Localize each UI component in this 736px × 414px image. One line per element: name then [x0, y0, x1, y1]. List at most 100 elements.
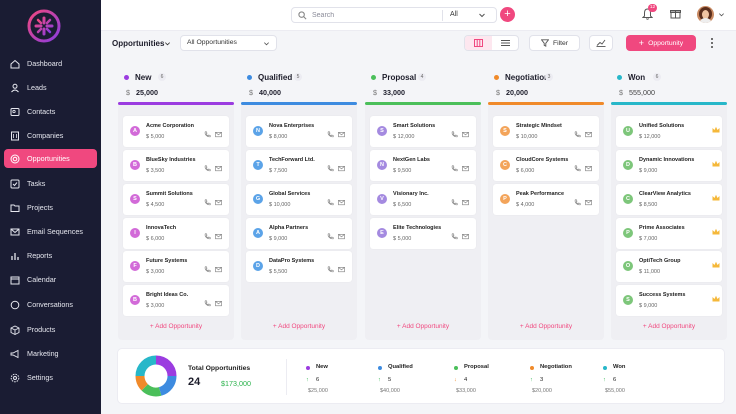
- deal-value: $ 3,000: [146, 303, 165, 309]
- add-opportunity-link[interactable]: + Add Opportunity: [488, 323, 604, 330]
- kanban-view-button[interactable]: [465, 36, 492, 50]
- sidebar-item-marketing[interactable]: Marketing: [4, 344, 97, 363]
- chevron-down-icon[interactable]: [164, 40, 171, 47]
- opportunity-card[interactable]: D DataPro Systems $ 5,500: [246, 251, 352, 282]
- opportunity-card[interactable]: A Acme Corporation $ 5,000: [123, 116, 229, 147]
- mail-icon[interactable]: [585, 165, 592, 172]
- mail-icon[interactable]: [462, 131, 469, 138]
- company-avatar: D: [623, 160, 633, 170]
- trend-arrow-icon: ↑: [603, 377, 606, 383]
- mail-icon[interactable]: [338, 266, 345, 273]
- sidebar-item-email-sequences[interactable]: Email Sequences: [4, 222, 97, 241]
- add-opportunity-link[interactable]: + Add Opportunity: [241, 323, 357, 330]
- phone-icon[interactable]: [204, 199, 211, 206]
- phone-icon[interactable]: [327, 199, 334, 206]
- chevron-down-icon[interactable]: [478, 11, 486, 19]
- opportunity-card[interactable]: D Dynamic Innovations $ 9,000: [616, 150, 722, 181]
- opportunity-card[interactable]: E Elite Technologies $ 5,000: [370, 218, 476, 249]
- company-name: DataPro Systems: [269, 258, 315, 264]
- phone-icon[interactable]: [451, 131, 458, 138]
- opportunity-card[interactable]: S Smart Solutions $ 12,000: [370, 116, 476, 147]
- chart-view-button[interactable]: [589, 35, 613, 51]
- phone-icon[interactable]: [451, 233, 458, 240]
- user-avatar[interactable]: [697, 6, 714, 23]
- mail-icon[interactable]: [338, 165, 345, 172]
- phone-icon[interactable]: [204, 165, 211, 172]
- phone-icon[interactable]: [204, 266, 211, 273]
- mail-icon[interactable]: [338, 131, 345, 138]
- phone-icon[interactable]: [327, 165, 334, 172]
- phone-icon[interactable]: [574, 165, 581, 172]
- gift-icon[interactable]: [670, 8, 681, 19]
- sidebar-item-leads[interactable]: Leads: [4, 78, 97, 97]
- sidebar-item-conversations[interactable]: Conversations: [4, 295, 97, 314]
- opportunity-card[interactable]: S Success Systems $ 9,000: [616, 285, 722, 316]
- opportunity-card[interactable]: B Bright Ideas Co. $ 3,000: [123, 285, 229, 316]
- add-opportunity-link[interactable]: + Add Opportunity: [118, 323, 234, 330]
- sidebar-item-contacts[interactable]: Contacts: [4, 102, 97, 121]
- opportunity-card[interactable]: P Peak Performance $ 4,000: [493, 184, 599, 215]
- opportunity-card[interactable]: S Summit Solutions $ 4,500: [123, 184, 229, 215]
- phone-icon[interactable]: [204, 300, 211, 307]
- list-view-button[interactable]: [492, 36, 519, 50]
- opportunity-card[interactable]: F Future Systems $ 3,000: [123, 251, 229, 282]
- sidebar-item-reports[interactable]: Reports: [4, 246, 97, 265]
- opportunity-card[interactable]: V Visionary Inc. $ 6,500: [370, 184, 476, 215]
- phone-icon[interactable]: [327, 131, 334, 138]
- mail-icon[interactable]: [338, 199, 345, 206]
- mail-icon[interactable]: [585, 131, 592, 138]
- phone-icon[interactable]: [327, 266, 334, 273]
- page-title[interactable]: Opportunities: [112, 39, 164, 48]
- phone-icon[interactable]: [451, 199, 458, 206]
- opportunity-card[interactable]: N Nova Enterprises $ 8,000: [246, 116, 352, 147]
- opportunity-card[interactable]: P Prime Associates $ 7,000: [616, 218, 722, 249]
- sidebar-item-settings[interactable]: Settings: [4, 368, 97, 387]
- mail-icon[interactable]: [215, 199, 222, 206]
- opportunity-card[interactable]: T TechForward Ltd. $ 7,500: [246, 150, 352, 181]
- mail-icon[interactable]: [215, 300, 222, 307]
- opportunity-card[interactable]: B BlueSky Industries $ 3,500: [123, 150, 229, 181]
- add-opportunity-button[interactable]: + Opportunity: [626, 35, 696, 51]
- opportunity-card[interactable]: I InnovaTech $ 6,000: [123, 218, 229, 249]
- quick-add-button[interactable]: +: [500, 7, 515, 22]
- phone-icon[interactable]: [327, 233, 334, 240]
- opportunity-card[interactable]: A Alpha Partners $ 9,000: [246, 218, 352, 249]
- mail-icon[interactable]: [215, 233, 222, 240]
- opportunity-filter-select[interactable]: All Opportunities: [180, 35, 277, 51]
- phone-icon[interactable]: [451, 165, 458, 172]
- sidebar-item-products[interactable]: Products: [4, 320, 97, 339]
- mail-icon[interactable]: [462, 233, 469, 240]
- mail-icon[interactable]: [215, 266, 222, 273]
- mail-icon[interactable]: [462, 199, 469, 206]
- mail-icon[interactable]: [462, 165, 469, 172]
- sidebar-item-opportunities[interactable]: Opportunities: [4, 149, 97, 168]
- add-opportunity-link[interactable]: + Add Opportunity: [365, 323, 481, 330]
- sidebar-item-tasks[interactable]: Tasks: [4, 174, 97, 193]
- opportunity-card[interactable]: N NextGen Labs $ 9,500: [370, 150, 476, 181]
- filter-button[interactable]: Filter: [529, 35, 580, 51]
- opportunity-card[interactable]: U Unified Solutions $ 12,000: [616, 116, 722, 147]
- opportunity-card[interactable]: C CloudCore Systems $ 6,000: [493, 150, 599, 181]
- mail-icon[interactable]: [338, 233, 345, 240]
- search-input[interactable]: [312, 11, 442, 19]
- phone-icon[interactable]: [204, 131, 211, 138]
- phone-icon[interactable]: [574, 199, 581, 206]
- opportunity-card[interactable]: G Global Services $ 10,000: [246, 184, 352, 215]
- mail-icon[interactable]: [215, 165, 222, 172]
- opportunity-card[interactable]: C ClearView Analytics $ 8,500: [616, 184, 722, 215]
- phone-icon[interactable]: [204, 233, 211, 240]
- mail-icon[interactable]: [585, 199, 592, 206]
- sidebar-item-projects[interactable]: Projects: [4, 198, 97, 217]
- mail-icon[interactable]: [215, 131, 222, 138]
- search-scope-select[interactable]: All: [450, 11, 458, 18]
- add-opportunity-link[interactable]: + Add Opportunity: [611, 323, 727, 330]
- more-options-icon[interactable]: [708, 37, 716, 49]
- phone-icon[interactable]: [574, 131, 581, 138]
- sidebar-item-companies[interactable]: Companies: [4, 126, 97, 145]
- opportunity-card[interactable]: O OptiTech Group $ 11,000: [616, 251, 722, 282]
- stage-amount: $33,000: [373, 88, 405, 97]
- sidebar-item-calendar[interactable]: Calendar: [4, 270, 97, 289]
- opportunity-card[interactable]: S Strategic Mindset $ 10,000: [493, 116, 599, 147]
- chevron-down-icon[interactable]: [718, 11, 725, 18]
- sidebar-item-dashboard[interactable]: Dashboard: [4, 54, 97, 73]
